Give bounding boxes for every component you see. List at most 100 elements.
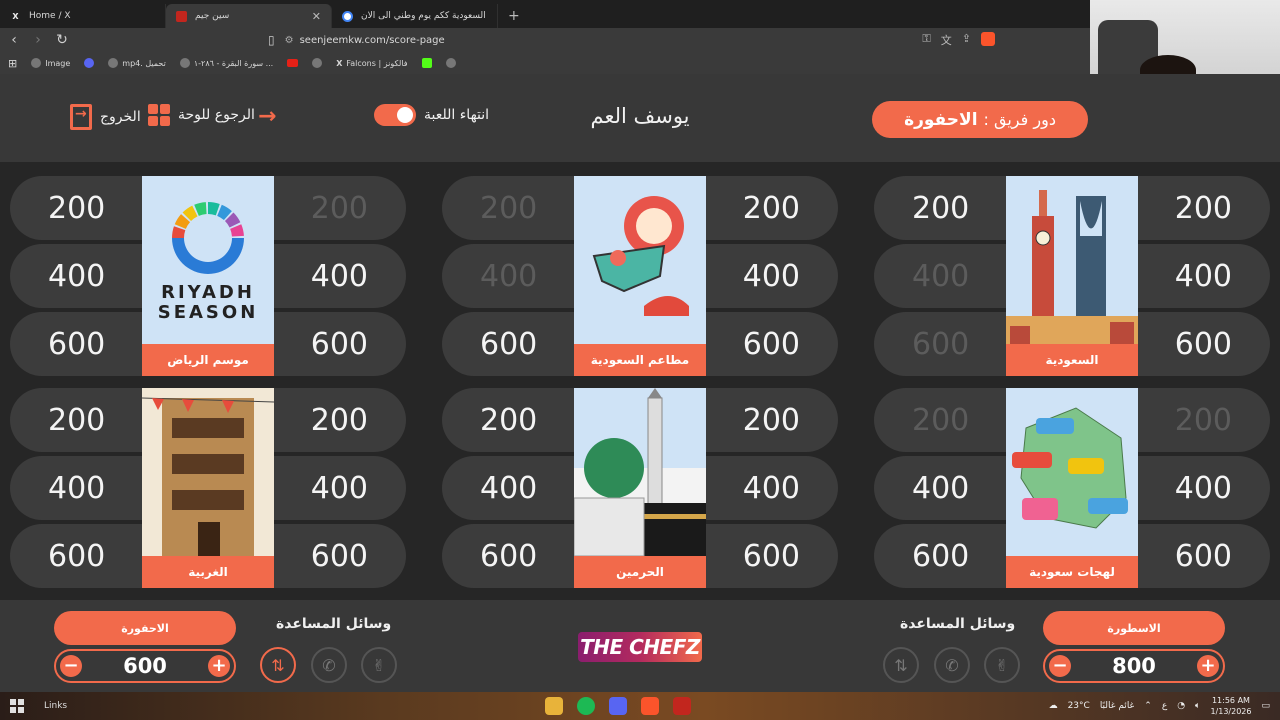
left-score-plus-button[interactable]: + [208, 655, 230, 677]
points-cell-right-400[interactable]: 400 [274, 244, 406, 308]
right-team-name: الاسطورة [1043, 611, 1225, 645]
exit-button[interactable]: الخروج [70, 104, 141, 130]
chevron-up-icon[interactable]: ⌃ [1144, 701, 1152, 711]
points-cell-right-400[interactable]: 400 [1138, 244, 1270, 308]
tab-label: سين جيم [195, 11, 230, 21]
right-score-plus-button[interactable]: + [1197, 655, 1219, 677]
points-cell-right-400[interactable]: 400 [706, 456, 838, 520]
points-cell-right-600[interactable]: 600 [1138, 312, 1270, 376]
points-cell-left-200[interactable]: 200 [874, 176, 1006, 240]
volume-icon[interactable]: 🔈︎ [1195, 701, 1200, 711]
back-icon[interactable]: ‹ [4, 32, 24, 48]
left-aid-peace-icon[interactable]: ✌ [361, 647, 397, 683]
clock[interactable]: 11:56 AM 1/13/2026 [1210, 695, 1251, 717]
windows-start-icon[interactable] [10, 699, 24, 713]
points-cell-right-400[interactable]: 400 [706, 244, 838, 308]
tab-google-search[interactable]: السعودية ككم يوم وطني الى الان - rch [332, 4, 498, 28]
new-tab-button[interactable]: + [498, 4, 530, 28]
globe-icon [108, 58, 119, 68]
points-cell-left-400[interactable]: 400 [442, 244, 574, 308]
points-cell-left-600[interactable]: 600 [10, 312, 142, 376]
reload-icon[interactable]: ↻ [52, 32, 72, 48]
end-game-toggle[interactable] [374, 104, 416, 126]
end-game-label: انتهاء اللعبة [424, 107, 490, 123]
app-icon[interactable] [673, 697, 691, 715]
points-cell-left-400[interactable]: 400 [442, 456, 574, 520]
right-aid-phone-icon[interactable]: ✆ [934, 647, 970, 683]
points-cell-left-600[interactable]: 600 [442, 312, 574, 376]
points-cell-left-600[interactable]: 600 [442, 524, 574, 588]
points-cell-right-600[interactable]: 600 [274, 524, 406, 588]
category-label: موسم الرياض [142, 344, 274, 376]
points-cell-left-400[interactable]: 400 [874, 456, 1006, 520]
points-cell-left-200[interactable]: 200 [874, 388, 1006, 452]
points-cell-left-400[interactable]: 400 [10, 456, 142, 520]
bookmark-globe[interactable] [312, 58, 323, 68]
bookmark-icon[interactable]: ▯ [268, 33, 275, 47]
right-aid-peace-icon[interactable]: ✌ [984, 647, 1020, 683]
close-tab-icon[interactable]: ✕ [312, 10, 321, 23]
file-explorer-icon[interactable] [545, 697, 563, 715]
discord-icon[interactable] [609, 697, 627, 715]
points-cell-right-200[interactable]: 200 [1138, 176, 1270, 240]
bookmark-discord[interactable] [84, 58, 95, 68]
right-score-minus-button[interactable]: − [1049, 655, 1071, 677]
points-cell-left-200[interactable]: 200 [10, 176, 142, 240]
bookmark-mp4[interactable]: mp4. تحميل [108, 58, 166, 68]
bookmark-quran[interactable]: سورة البقرة - ٢٨٦-١ ... [179, 58, 273, 68]
wifi-icon[interactable]: ◔ [1177, 701, 1185, 711]
left-aids-title: وسائل المساعدة [276, 616, 392, 632]
category-illustration [592, 196, 689, 316]
points-cell-left-200[interactable]: 200 [10, 388, 142, 452]
back-to-board-control[interactable]: → [258, 104, 276, 129]
right-aid-swap-icon[interactable]: ⇅ [883, 647, 919, 683]
bookmark-image[interactable]: Image [31, 58, 70, 68]
points-cell-right-600[interactable]: 600 [1138, 524, 1270, 588]
spotify-icon[interactable] [577, 697, 595, 715]
points-cell-left-200[interactable]: 200 [442, 176, 574, 240]
globe-icon [31, 58, 42, 68]
tab-home-x[interactable]: X Home / X [0, 4, 166, 28]
left-aid-swap-icon[interactable]: ⇅ [260, 647, 296, 683]
points-cell-left-200[interactable]: 200 [442, 388, 574, 452]
points-cell-right-400[interactable]: 400 [274, 456, 406, 520]
points-cell-right-600[interactable]: 600 [706, 524, 838, 588]
site-settings-icon[interactable]: ⚙ [285, 35, 294, 46]
points-cell-right-400[interactable]: 400 [1138, 456, 1270, 520]
bookmark-label: Image [45, 58, 71, 68]
points-cell-left-600[interactable]: 600 [10, 524, 142, 588]
bookmark-youtube[interactable] [287, 59, 299, 67]
bookmark-falcons[interactable]: X Falcons | فالكونز [336, 59, 407, 68]
brave-browser-icon[interactable] [641, 697, 659, 715]
points-cell-right-200[interactable]: 200 [706, 388, 838, 452]
left-aid-phone-icon[interactable]: ✆ [311, 647, 347, 683]
points-cell-right-200[interactable]: 200 [274, 388, 406, 452]
points-cell-right-200[interactable]: 200 [1138, 388, 1270, 452]
points-cell-left-400[interactable]: 400 [874, 244, 1006, 308]
forward-icon[interactable]: › [28, 32, 48, 48]
category-card: الغربية [142, 388, 274, 588]
points-cell-right-200[interactable]: 200 [274, 176, 406, 240]
url-field[interactable]: ⚙ seenjeemkw.com/score-page [285, 35, 445, 46]
translate-icon[interactable]: 文 [941, 32, 952, 48]
end-game-control[interactable]: انتهاء اللعبة [374, 104, 489, 126]
points-cell-left-600[interactable]: 600 [874, 312, 1006, 376]
brave-shield-icon[interactable] [981, 32, 995, 46]
language-indicator[interactable]: ع [1162, 701, 1167, 711]
bookmark-kick[interactable] [421, 58, 432, 68]
arrow-right-icon: → [258, 104, 277, 129]
points-cell-left-600[interactable]: 600 [874, 524, 1006, 588]
share-icon[interactable]: ⇪ [962, 32, 971, 48]
points-cell-right-600[interactable]: 600 [706, 312, 838, 376]
back-to-board-button[interactable]: الرجوع للوحة [148, 104, 255, 126]
points-cell-right-600[interactable]: 600 [274, 312, 406, 376]
apps-grid-icon[interactable]: ⊞ [8, 57, 17, 70]
points-cell-left-400[interactable]: 400 [10, 244, 142, 308]
bookmark-globe-2[interactable] [445, 58, 456, 68]
notifications-icon[interactable]: ▭ [1261, 701, 1270, 711]
left-score-minus-button[interactable]: − [60, 655, 82, 677]
taskbar-links[interactable]: Links [44, 701, 67, 711]
tab-seen-jeem[interactable]: سين جيم ✕ [166, 4, 332, 28]
points-cell-right-200[interactable]: 200 [706, 176, 838, 240]
key-icon[interactable]: ⚿ [922, 32, 930, 48]
